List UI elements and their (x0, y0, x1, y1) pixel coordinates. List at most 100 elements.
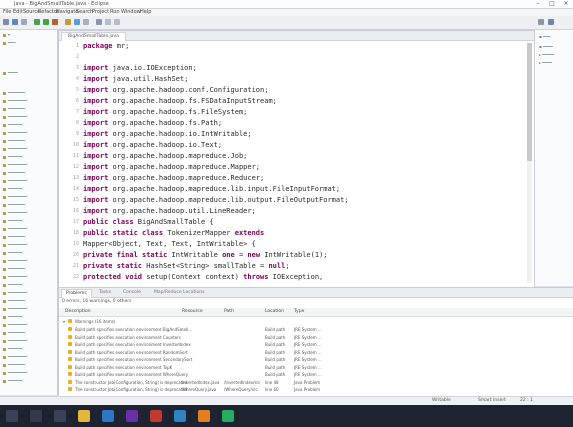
tree-item[interactable]: ━━━━━━━ (3, 202, 25, 208)
tree-item[interactable]: ━━━━━━━ (3, 170, 25, 176)
search-icon[interactable] (96, 19, 102, 25)
tree-item[interactable]: ━━━ (3, 40, 15, 46)
tree-item[interactable]: ━━━━━━━━ (3, 114, 27, 120)
code-line[interactable]: private static HashSet<String> smallTabl… (83, 261, 290, 272)
menu-run[interactable]: Run (110, 9, 120, 15)
scrollbar-thumb[interactable] (527, 43, 532, 161)
open-type-icon[interactable] (83, 19, 89, 25)
table-row[interactable]: Build path specifies execution environme… (59, 326, 573, 333)
perspective-mapreduce-icon[interactable] (548, 19, 554, 25)
start-icon[interactable] (6, 410, 18, 422)
save-all-icon[interactable] (21, 19, 27, 25)
code-line[interactable]: public static class TokenizerMapper exte… (83, 228, 264, 239)
tree-item[interactable]: ━━━━━━━ (3, 362, 25, 368)
app-icon[interactable] (222, 410, 234, 422)
table-row[interactable]: Build path specifies execution environme… (59, 334, 573, 341)
code-text[interactable]: package mr; import java.io.IOException; im… (83, 41, 523, 286)
code-line[interactable]: import org.apache.hadoop.util.LineReader… (83, 206, 256, 217)
code-line[interactable]: import org.apache.hadoop.mapreduce.lib.i… (83, 184, 340, 195)
code-line[interactable]: import org.apache.hadoop.mapreduce.lib.o… (83, 195, 349, 206)
task-view-icon[interactable] (54, 410, 66, 422)
save-icon[interactable] (12, 19, 18, 25)
tree-item[interactable]: ━━━━━━━━ (3, 162, 27, 168)
tree-item[interactable]: ━━━━━━━━ (3, 290, 27, 296)
outline-item[interactable]: ▸ ━━━━━ (539, 52, 554, 58)
code-line[interactable]: import java.io.IOException; (83, 63, 197, 74)
tree-item[interactable]: ━━━━━━━━ (3, 370, 27, 376)
tree-item[interactable]: ━━━━━━━━ (3, 338, 27, 344)
code-line[interactable]: import org.apache.hadoop.mapreduce.Job; (83, 151, 247, 162)
table-row[interactable]: Build path specifies execution environme… (59, 364, 573, 371)
outline-item[interactable]: ▪ ━━━ (539, 34, 550, 40)
tree-item[interactable]: ━━━━━━━ (3, 330, 25, 336)
table-row[interactable]: Build path specifies execution environme… (59, 349, 573, 356)
new-icon[interactable] (3, 19, 9, 25)
table-row[interactable]: Build path specifies execution environme… (59, 371, 573, 378)
code-line[interactable]: import org.apache.hadoop.io.Text; (83, 140, 222, 151)
code-line[interactable]: protected void setup(Context context) th… (83, 272, 323, 283)
tab-problems[interactable]: Problems (61, 289, 92, 298)
table-row[interactable]: The constructor Job(Configuration, Strin… (59, 386, 573, 393)
menu-edit[interactable]: Edit (13, 9, 23, 15)
debug-icon[interactable] (34, 19, 40, 25)
code-editor[interactable]: BigAndSmallTable.java 1 2 3 4 5 6 7 8 9 10 11 12 13 1… (58, 30, 535, 288)
eclipse-icon[interactable] (126, 410, 138, 422)
tree-item[interactable]: ━━━━━━━ (3, 298, 25, 304)
outline-item[interactable]: ▸ ━━━━ (539, 60, 552, 66)
column-location[interactable]: Location (265, 309, 284, 314)
expand-icon[interactable]: ▾ (63, 318, 65, 325)
tree-item[interactable]: ━━━━━━━━ (3, 242, 27, 248)
code-line[interactable]: import org.apache.hadoop.mapreduce.Mappe… (83, 162, 260, 173)
code-line[interactable]: public class BigAndSmallTable { (83, 217, 214, 228)
tree-item[interactable]: ━━━━━━━━ (3, 146, 27, 152)
tree-item[interactable]: ▾ (3, 32, 10, 38)
external-tools-icon[interactable] (52, 19, 58, 25)
new-package-icon[interactable] (65, 19, 71, 25)
code-line[interactable]: import org.apache.hadoop.mapreduce.Reduc… (83, 173, 264, 184)
tree-item[interactable]: ━━━━━━━━ (3, 98, 27, 104)
tree-item[interactable]: ━━━━━━ (3, 154, 22, 160)
code-line[interactable]: import org.apache.hadoop.conf.Configurat… (83, 85, 268, 96)
warnings-group[interactable]: ▾ Warnings (16 items) (59, 318, 573, 325)
app-icon[interactable] (150, 410, 162, 422)
app-icon[interactable] (174, 410, 186, 422)
tree-item[interactable]: ━━━━━━━━ (3, 258, 27, 264)
menu-file[interactable]: File (3, 9, 11, 15)
app-icon[interactable] (198, 410, 210, 422)
tree-item[interactable]: ━━━━━━ (3, 186, 22, 192)
table-row[interactable]: Build path specifies execution environme… (59, 356, 573, 363)
menu-search[interactable]: Search (76, 9, 93, 15)
tree-item[interactable]: ━━━━━━ (3, 378, 22, 384)
edge-icon[interactable] (102, 410, 114, 422)
code-line[interactable]: import org.apache.hadoop.fs.FSDataInputS… (83, 96, 277, 107)
column-description[interactable]: Description (65, 309, 91, 314)
back-icon[interactable] (105, 19, 111, 25)
code-line[interactable]: import org.apache.hadoop.fs.FileSystem; (83, 107, 247, 118)
tree-item[interactable]: ━━━━━━ (3, 122, 22, 128)
tree-item[interactable]: ━━━━━━━━ (3, 322, 27, 328)
menu-help[interactable]: Help (140, 9, 151, 15)
menu-window[interactable]: Window (121, 9, 141, 15)
close-icon[interactable]: × (559, 0, 573, 8)
tree-item[interactable]: ━━━━ (3, 70, 18, 76)
editor-scrollbar[interactable] (527, 43, 532, 283)
tree-item[interactable]: ━━━━━━━━ (3, 194, 27, 200)
maximize-icon[interactable]: □ (545, 0, 559, 8)
table-row[interactable]: Build path specifies execution environme… (59, 341, 573, 348)
file-explorer-icon[interactable] (78, 410, 90, 422)
tree-item[interactable]: ━━━━━━ (3, 250, 22, 256)
tab-mapreduce-locations[interactable]: Map/Reduce Locations (154, 289, 204, 297)
table-row[interactable]: The constructor Job(Configuration, Strin… (59, 379, 573, 386)
search-icon[interactable] (30, 410, 42, 422)
tree-item[interactable]: ━━━━━━━━ (3, 226, 27, 232)
tree-item[interactable]: ━━━━━━━ (3, 138, 25, 144)
forward-icon[interactable] (114, 19, 120, 25)
tree-item[interactable]: ━━━━━━ (3, 218, 22, 224)
column-type[interactable]: Type (294, 309, 304, 314)
code-line[interactable]: import org.apache.hadoop.io.IntWritable; (83, 129, 252, 140)
code-line[interactable]: import java.util.HashSet; (83, 74, 188, 85)
code-line[interactable]: private final static IntWritable one = n… (83, 250, 328, 261)
code-line[interactable]: import org.apache.hadoop.fs.Path; (83, 118, 222, 129)
run-icon[interactable] (43, 19, 49, 25)
tree-item[interactable]: ━━━━━━━ (3, 90, 25, 96)
